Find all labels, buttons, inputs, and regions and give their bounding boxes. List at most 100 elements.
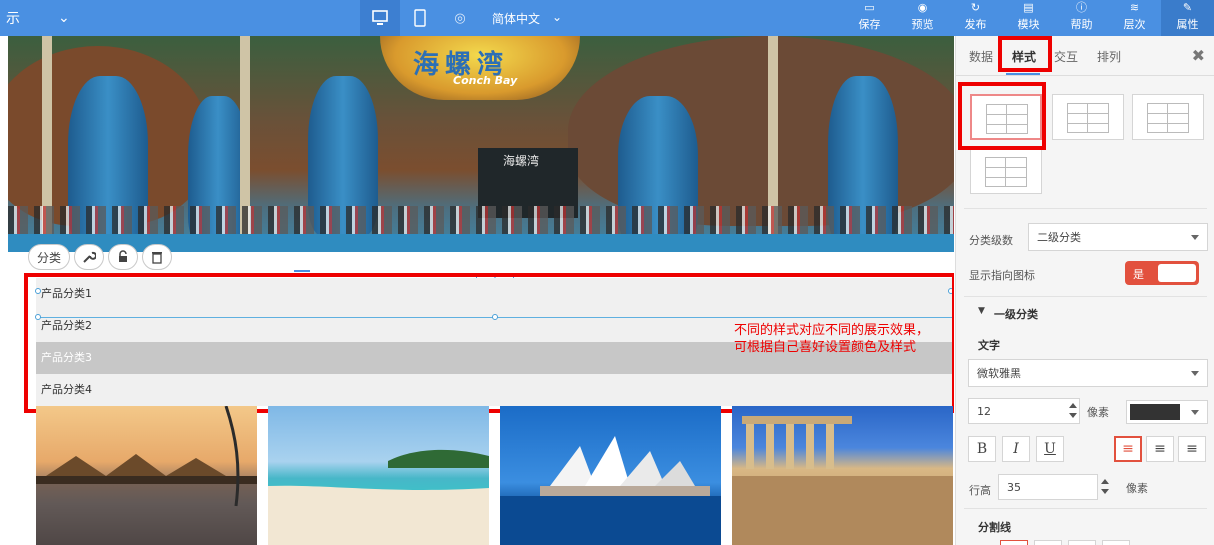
- tab-data[interactable]: 数据: [969, 48, 993, 65]
- properties-panel: 数据 样式 交互 排列 ✖ 分类级数 二级分类 显示指向图标 是 ▼ 一级分类 …: [955, 36, 1214, 545]
- stepper-icon[interactable]: [1100, 476, 1110, 498]
- divider: [964, 296, 1207, 297]
- annotation-box: [998, 36, 1052, 72]
- temple-ruins-illustration: [732, 416, 953, 545]
- tab-arrange[interactable]: 排列: [1097, 48, 1121, 65]
- editor-canvas: 海螺湾 海螺湾 Conch Bay 分类 + 产品分类1: [8, 36, 954, 545]
- wechat-view-button[interactable]: ◎: [440, 0, 480, 36]
- underline-button[interactable]: U: [1036, 436, 1064, 462]
- template-icon: ▤: [1023, 1, 1034, 14]
- align-center-icon: ≡: [1154, 441, 1166, 457]
- help-icon: ⓘ: [1076, 1, 1087, 14]
- panel-tabs: 数据 样式 交互 排列 ✖: [956, 36, 1214, 76]
- layers-icon: ≋: [1129, 1, 1140, 14]
- align-left-icon: ≡: [1122, 441, 1134, 457]
- line-height-value: 35: [1007, 480, 1021, 494]
- template-button[interactable]: ▤ 模块: [1002, 0, 1055, 36]
- align-left-button[interactable]: ≡: [1114, 436, 1142, 462]
- align-right-button[interactable]: ≡: [1178, 436, 1206, 462]
- preview-button[interactable]: ◉ 预览: [896, 0, 949, 36]
- font-size-value: 12: [977, 404, 991, 418]
- show-icon-toggle[interactable]: 是: [1125, 261, 1199, 285]
- chevron-down-icon: ⌄: [552, 9, 563, 24]
- settings-button[interactable]: [74, 244, 105, 270]
- gallery-image-beach[interactable]: [268, 406, 489, 545]
- chevron-down-icon[interactable]: ⌄: [58, 10, 70, 26]
- help-label: 帮助: [1070, 18, 1093, 31]
- align-right-icon: ≡: [1186, 441, 1198, 457]
- properties-label: 属性: [1176, 18, 1199, 31]
- wrench-icon: [83, 251, 97, 263]
- language-select[interactable]: 简体中文 ⌄: [492, 10, 562, 27]
- help-button[interactable]: ⓘ 帮助: [1055, 0, 1108, 36]
- divider-style-option[interactable]: [1034, 540, 1062, 545]
- bold-button[interactable]: B: [968, 436, 996, 462]
- banner-image[interactable]: 海螺湾 海螺湾 Conch Bay: [8, 36, 954, 252]
- show-icon-label: 显示指向图标: [969, 269, 1035, 282]
- font-family-select[interactable]: 微软雅黑: [968, 359, 1208, 387]
- divider-section-title: 分割线: [978, 521, 1011, 534]
- layout-thumbnail-icon: [1147, 103, 1189, 133]
- template-label: 模块: [1017, 18, 1040, 31]
- water-bungalow-illustration: [36, 406, 257, 545]
- font-size-input[interactable]: 12: [968, 398, 1080, 424]
- divider-style-option[interactable]: [1000, 540, 1028, 545]
- divider-style-option[interactable]: [1102, 540, 1130, 545]
- toolbar-actions: ▭ 保存 ◉ 预览 ↻ 发布 ▤ 模块 ⓘ 帮助 ≋ 层次 ✎ 属性: [843, 0, 1214, 36]
- font-family-value: 微软雅黑: [977, 367, 1021, 380]
- italic-button[interactable]: I: [1002, 436, 1030, 462]
- unlock-icon: [119, 250, 128, 262]
- collapse-triangle-icon[interactable]: ▼: [978, 306, 985, 316]
- properties-button[interactable]: ✎ 属性: [1161, 0, 1214, 36]
- lock-button[interactable]: [108, 244, 139, 270]
- category-level-select[interactable]: 二级分类: [1028, 223, 1208, 251]
- language-label: 简体中文: [492, 11, 541, 26]
- style-option-3[interactable]: [1132, 94, 1204, 140]
- save-label: 保存: [858, 18, 881, 31]
- gallery-image-resort[interactable]: [36, 406, 257, 545]
- desktop-icon: [372, 10, 388, 25]
- category-level-value: 二级分类: [1037, 231, 1081, 244]
- style-option-4[interactable]: [970, 148, 1042, 194]
- line-height-input[interactable]: 35: [998, 474, 1098, 500]
- line-height-label: 行高: [969, 484, 991, 497]
- desktop-view-button[interactable]: [360, 0, 400, 36]
- image-gallery: [36, 406, 954, 545]
- layers-label: 层次: [1123, 18, 1146, 31]
- chevron-down-icon: [1191, 371, 1199, 376]
- align-center-button[interactable]: ≡: [1146, 436, 1174, 462]
- stepper-icon[interactable]: [1068, 400, 1078, 422]
- divider: [964, 508, 1207, 509]
- mobile-view-button[interactable]: [400, 0, 440, 36]
- top-toolbar: 示 ⌄ ◎ 简体中文 ⌄ ▭ 保存 ◉ 预览 ↻ 发布 ▤ 模块 ⓘ 帮助 ≋ …: [0, 0, 1214, 36]
- text-section-title: 文字: [978, 339, 1000, 352]
- line-height-unit: 像素: [1126, 482, 1148, 495]
- publish-button[interactable]: ↻ 发布: [949, 0, 1002, 36]
- style-option-2[interactable]: [1052, 94, 1124, 140]
- annotation-text: 不同的样式对应不同的展示效果，可根据自己喜好设置颜色及样式: [734, 323, 930, 355]
- gallery-image-opera-house[interactable]: [500, 406, 721, 545]
- chevron-down-icon: [1191, 235, 1199, 240]
- wechat-icon: ◎: [454, 10, 466, 26]
- delete-button[interactable]: [142, 244, 173, 270]
- toolbar-left-label[interactable]: 示: [6, 8, 20, 28]
- layers-button[interactable]: ≋ 层次: [1108, 0, 1161, 36]
- close-icon[interactable]: ✖: [1192, 46, 1205, 65]
- chevron-down-icon: [1191, 410, 1199, 415]
- annotation-box: [958, 82, 1046, 150]
- gallery-image-ruins[interactable]: [732, 406, 953, 545]
- logo-subtext: Conch Bay: [453, 74, 518, 87]
- category-tag-button[interactable]: 分类: [28, 244, 71, 270]
- divider-style-option[interactable]: [1068, 540, 1096, 545]
- preview-icon: ◉: [917, 1, 928, 14]
- layout-thumbnail-icon: [985, 157, 1027, 187]
- font-color-picker[interactable]: [1126, 400, 1208, 424]
- element-toolbar: 分类: [28, 244, 173, 270]
- publish-icon: ↻: [970, 1, 981, 14]
- toggle-knob: [1158, 264, 1196, 282]
- save-button[interactable]: ▭ 保存: [843, 0, 896, 36]
- door-sign: 海螺湾: [503, 154, 540, 168]
- preview-label: 预览: [911, 18, 934, 31]
- save-icon: ▭: [864, 1, 875, 14]
- tab-interaction[interactable]: 交互: [1054, 48, 1078, 65]
